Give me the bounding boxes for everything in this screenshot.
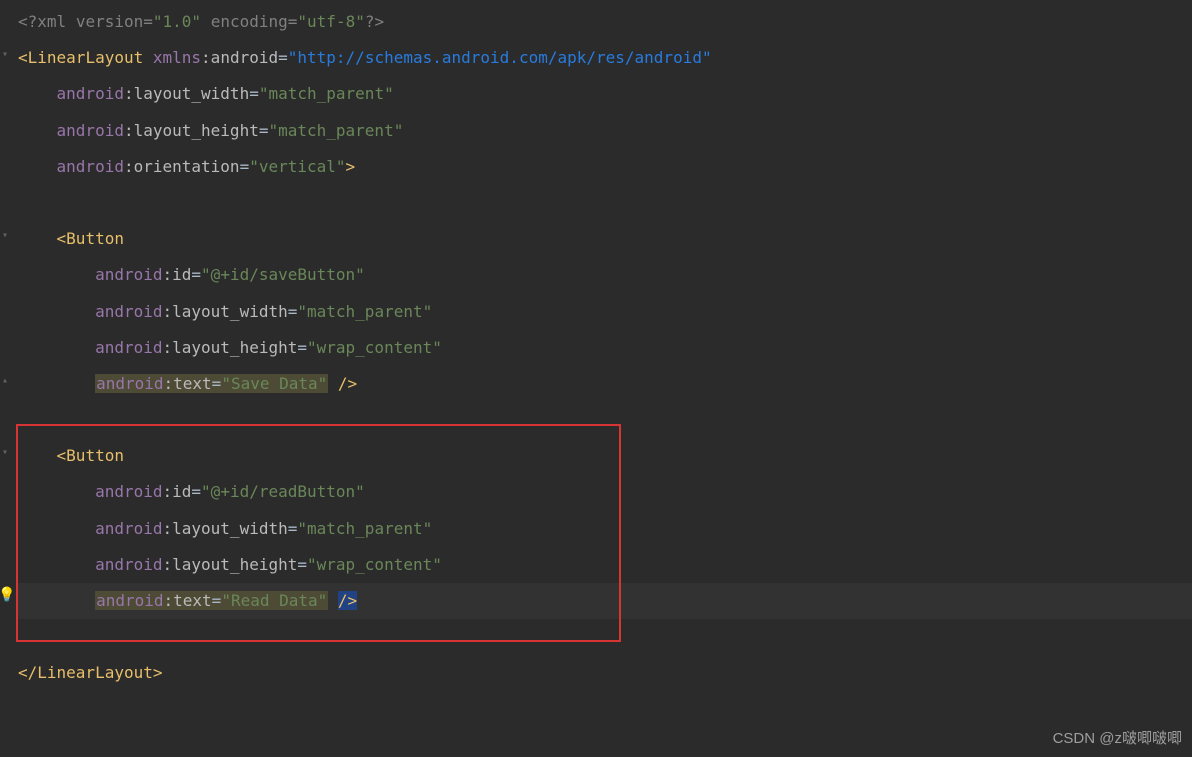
fold-icon[interactable]: ▾	[0, 440, 14, 460]
code-line: android:id="@+id/readButton"	[18, 474, 1192, 510]
watermark: CSDN @z啵唧啵唧	[1053, 727, 1182, 751]
code-line	[18, 402, 1192, 438]
code-line	[18, 185, 1192, 221]
code-line: android:layout_width="match_parent"	[18, 294, 1192, 330]
code-line: <LinearLayout xmlns:android="http://sche…	[18, 40, 1192, 76]
fold-icon[interactable]: ▴	[0, 368, 14, 388]
code-line: android:layout_width="match_parent"	[18, 511, 1192, 547]
intention-bulb-icon[interactable]: 💡	[0, 585, 14, 605]
code-line: <?xml version="1.0" encoding="utf-8"?>	[18, 4, 1192, 40]
code-line	[18, 619, 1192, 655]
editor-gutter: ▾ ▾ ▴ ▾ 💡	[0, 0, 14, 757]
code-line: android:id="@+id/saveButton"	[18, 257, 1192, 293]
code-line: android:orientation="vertical">	[18, 149, 1192, 185]
code-line: android:layout_height="wrap_content"	[18, 330, 1192, 366]
code-line: </LinearLayout>	[18, 655, 1192, 691]
code-line: android:layout_height="wrap_content"	[18, 547, 1192, 583]
code-line: android:layout_height="match_parent"	[18, 113, 1192, 149]
code-line: <Button	[18, 438, 1192, 474]
code-line-cursor: android:text="Read Data" />	[18, 583, 1192, 619]
fold-icon[interactable]: ▾	[0, 223, 14, 243]
code-line: android:layout_width="match_parent"	[18, 76, 1192, 112]
fold-icon[interactable]: ▾	[0, 42, 14, 62]
code-line: android:text="Save Data" />	[18, 366, 1192, 402]
code-editor[interactable]: <?xml version="1.0" encoding="utf-8"?> <…	[14, 0, 1192, 692]
code-line: <Button	[18, 221, 1192, 257]
